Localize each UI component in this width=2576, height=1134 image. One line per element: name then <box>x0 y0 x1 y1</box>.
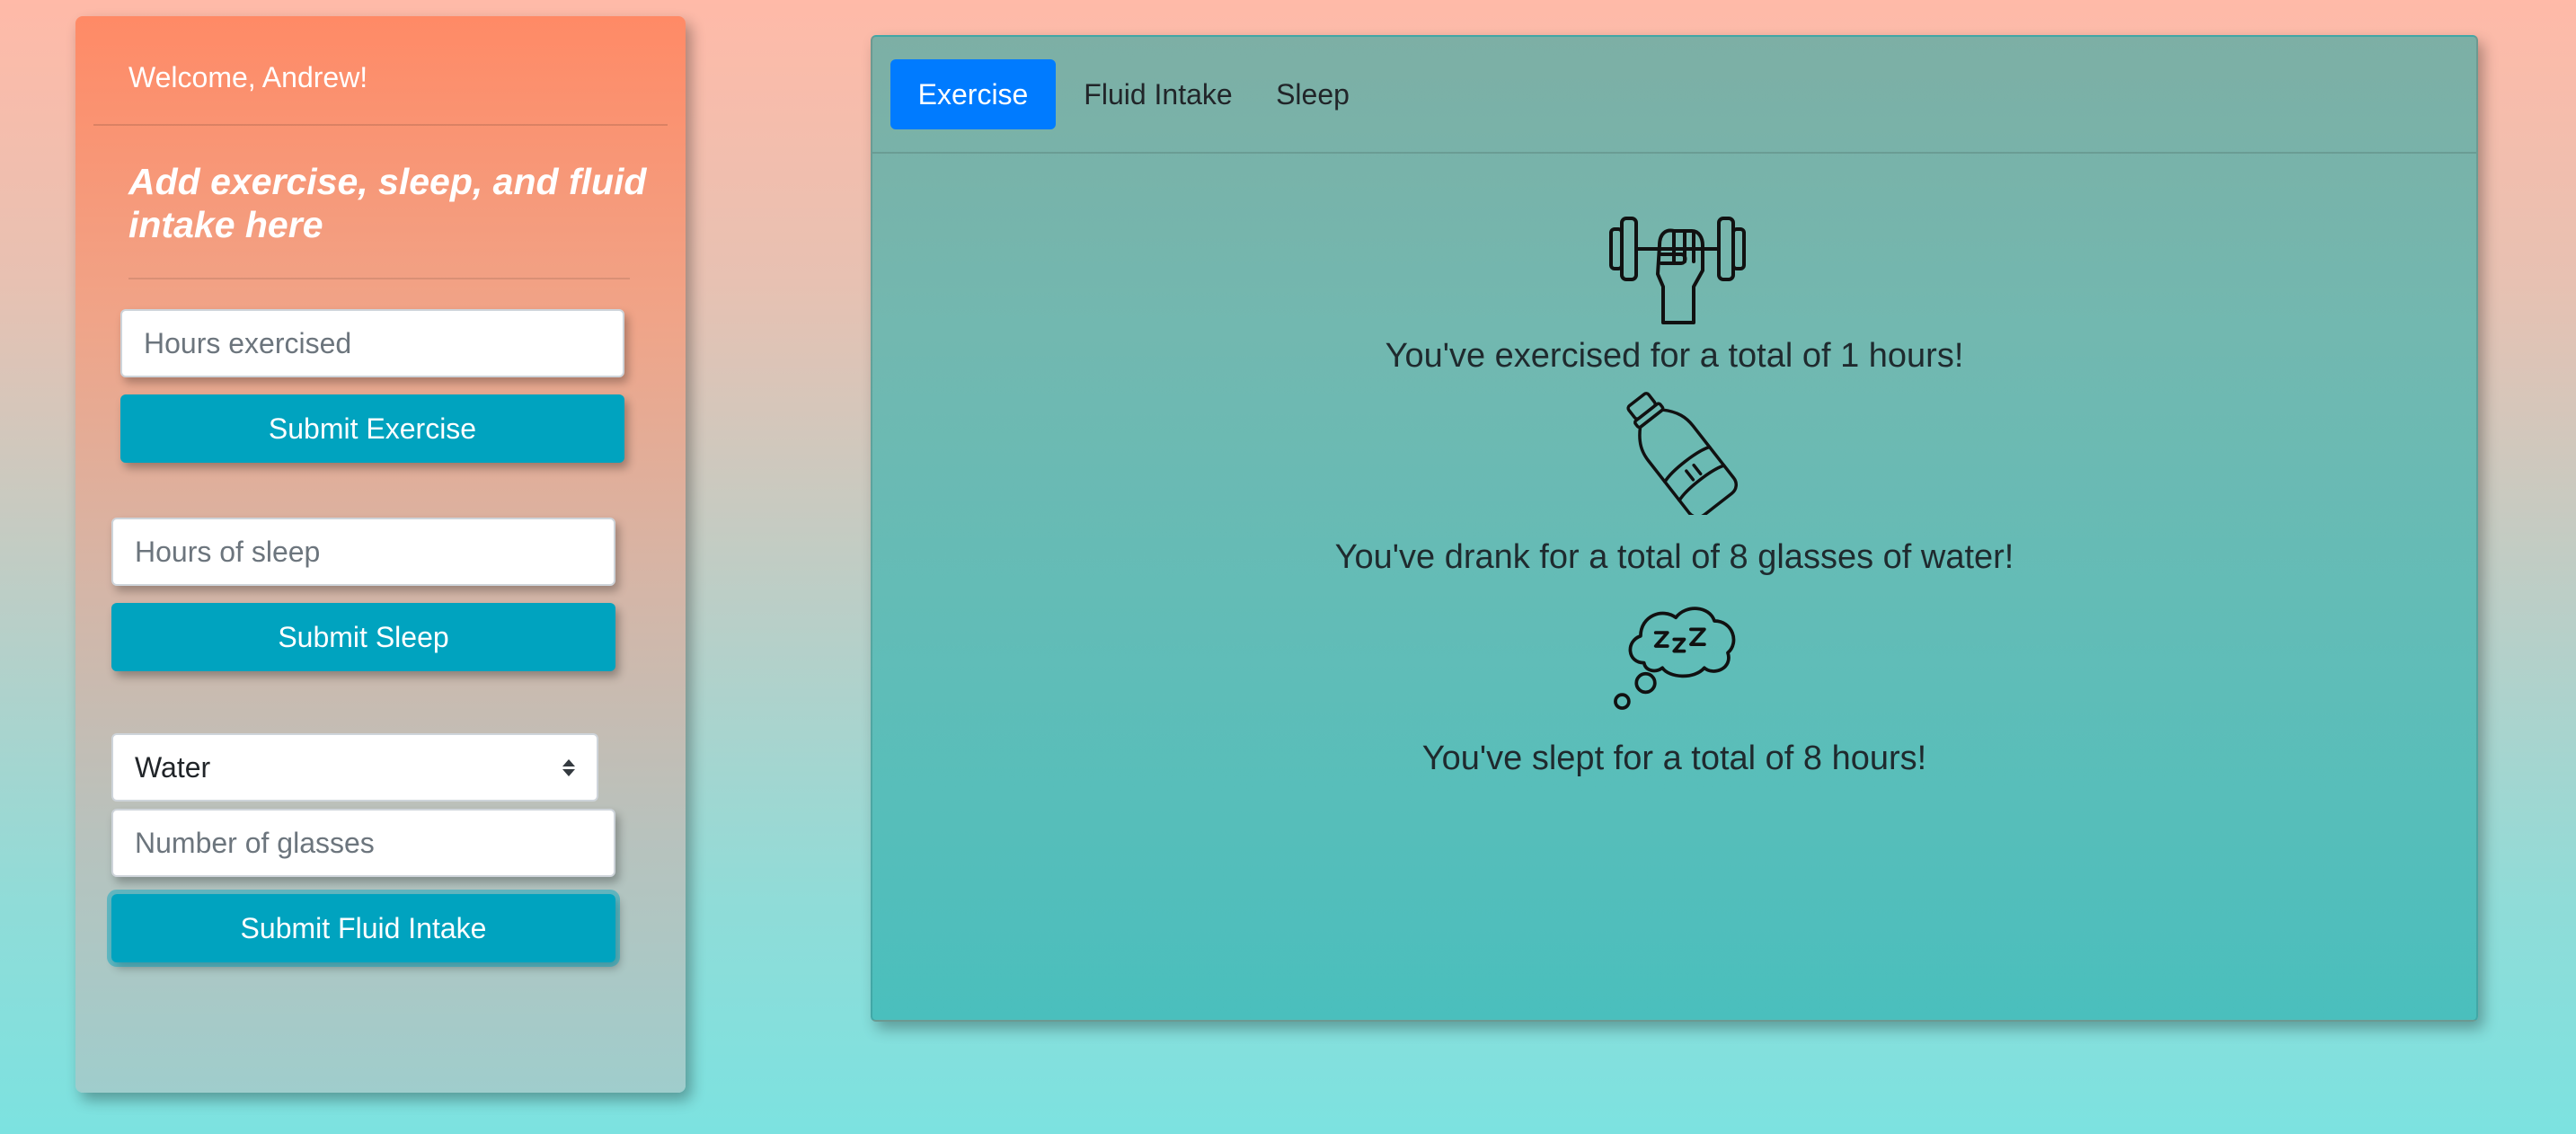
panel-subtitle: Add exercise, sleep, and fluid intake he… <box>128 161 647 245</box>
number-of-glasses-input[interactable] <box>111 809 615 877</box>
hours-exercised-input[interactable] <box>120 309 624 377</box>
fluid-total-text: You've drank for a total of 8 glasses of… <box>1334 538 2014 576</box>
stats-panel: Exercise Fluid Intake Sleep You've exerc… <box>871 35 2478 1022</box>
panel-header: Welcome, Andrew! <box>93 16 668 126</box>
select-updown-icon <box>562 758 575 776</box>
submit-sleep-button[interactable]: Submit Sleep <box>111 603 615 671</box>
welcome-message: Welcome, Andrew! <box>128 61 368 93</box>
sleep-total-text: You've slept for a total of 8 hours! <box>1421 740 1927 777</box>
tab-bar: Exercise Fluid Intake Sleep <box>872 37 2476 154</box>
input-panel: Welcome, Andrew! Add exercise, sleep, an… <box>75 16 686 1093</box>
tab-sleep[interactable]: Sleep <box>1261 59 1365 129</box>
exercise-total-text: You've exercised for a total of 1 hours! <box>1385 337 1964 375</box>
hours-of-sleep-input[interactable] <box>111 518 615 586</box>
fluid-type-selected-value: Water <box>135 750 211 784</box>
fluid-type-select[interactable]: Water <box>111 733 598 802</box>
water-bottle-icon <box>1626 392 1738 515</box>
tab-exercise[interactable]: Exercise <box>890 59 1056 129</box>
submit-fluid-intake-button[interactable]: Submit Fluid Intake <box>107 890 620 967</box>
tab-fluid-intake[interactable]: Fluid Intake <box>1070 59 1246 129</box>
subtitle-divider <box>128 278 630 279</box>
submit-exercise-button[interactable]: Submit Exercise <box>120 394 624 463</box>
dumbbell-icon <box>1609 217 1746 324</box>
sleep-cloud-icon <box>1614 607 1736 710</box>
